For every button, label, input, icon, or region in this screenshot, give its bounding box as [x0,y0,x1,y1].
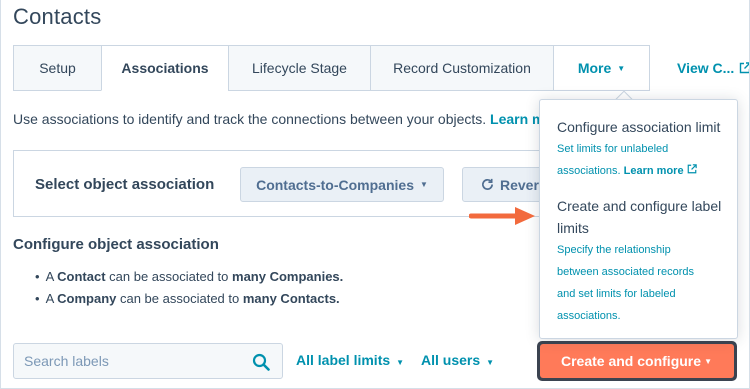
tab-bar: Setup Associations Lifecycle Stage Recor… [13,45,650,91]
menu-item-desc: between associated records [557,266,694,278]
description-text: Use associations to identify and track t… [13,111,487,127]
learn-more-link[interactable]: Learn more [624,165,684,177]
menu-item-desc: and set limits for labeled [557,288,676,300]
create-and-configure-label: Create and configure [561,353,702,369]
association-dropdown-value: Contacts-to-Companies [256,176,414,193]
menu-item-desc: associations. [557,310,621,322]
search-icon[interactable] [252,353,270,371]
configure-title: Configure object association [13,236,219,253]
label-limits-filter[interactable]: All label limits ▼ [296,352,404,368]
create-configure-menu: Configure association limit Set limits f… [539,99,738,339]
menu-item-desc: associations. Learn more [557,160,727,182]
refresh-icon [482,178,493,190]
menu-item-title: Create and configure label [557,198,722,214]
page-title: Contacts [13,4,102,29]
caret-down-icon: ▼ [396,358,405,367]
tab-label: Setup [39,60,76,76]
menu-item-desc: Set limits for unlabeled [557,143,669,155]
menu-item-title: limits [557,220,589,236]
external-link-icon [687,164,697,174]
tab-more[interactable]: More ▼ [553,45,650,91]
external-link-icon [740,62,749,74]
search-labels-field [13,343,283,379]
app-frame: Contacts Setup Associations Lifecycle St… [0,0,750,389]
users-filter[interactable]: All users ▼ [421,352,494,368]
caret-down-icon: ▼ [486,358,495,367]
tab-label: Lifecycle Stage [252,60,347,76]
caret-down-icon: ▼ [617,63,626,73]
create-configure-highlight: Create and configure ▼ [537,341,737,381]
select-association-label: Select object association [35,176,215,193]
tab-view-label: View C... [677,60,735,76]
tab-label: Associations [121,60,209,76]
menu-item-create-label-limits[interactable]: Create and configure label limits Specif… [557,195,727,327]
search-input[interactable] [24,353,244,369]
associations-description: Use associations to identify and track t… [13,111,559,127]
list-item: A Company can be associated to many Cont… [35,291,343,313]
menu-item-desc: Specify the relationship [557,244,671,256]
arrow-right-icon [469,207,535,225]
tab-label: Record Customization [393,60,531,76]
create-and-configure-button[interactable]: Create and configure ▼ [540,344,734,378]
menu-item-configure-association-limit[interactable]: Configure association limit Set limits f… [557,116,727,182]
users-filter-label: All users [421,352,481,368]
tab-record-customization[interactable]: Record Customization [370,45,554,91]
list-item: A Contact can be associated to many Comp… [35,269,344,291]
tab-associations[interactable]: Associations [101,45,229,91]
label-limits-filter-label: All label limits [296,352,391,368]
menu-item-title: Configure association limit [557,119,721,135]
tab-lifecycle-stage[interactable]: Lifecycle Stage [228,45,371,91]
association-rules-list: A Contact can be associated to many Comp… [35,269,344,313]
association-dropdown[interactable]: Contacts-to-Companies ▼ [240,167,444,202]
tab-label: More [577,60,612,76]
tab-view[interactable]: View C... [677,60,749,76]
caret-down-icon: ▼ [704,356,712,366]
tab-setup[interactable]: Setup [13,45,102,91]
caret-down-icon: ▼ [419,180,428,189]
